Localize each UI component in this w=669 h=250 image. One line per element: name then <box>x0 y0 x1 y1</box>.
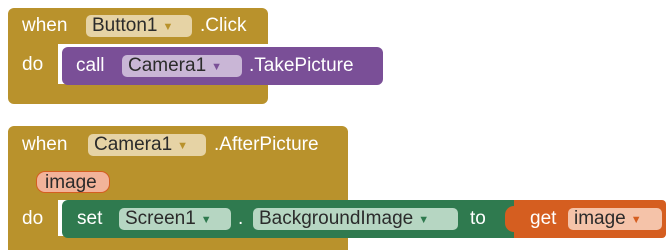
do-label: do <box>22 54 44 75</box>
variable-dropdown-image[interactable]: image ▼ <box>568 208 662 230</box>
when-label: when <box>22 134 68 155</box>
when-label: when <box>22 15 68 36</box>
component-dropdown-button1[interactable]: Button1 ▼ <box>86 15 192 37</box>
dot-separator: . <box>238 208 244 229</box>
event-block-footer <box>8 84 268 104</box>
component-name: Camera1 <box>94 134 173 155</box>
component-name: Camera1 <box>128 55 207 76</box>
chevron-down-icon: ▼ <box>177 140 189 152</box>
event-parameter-image[interactable]: image <box>36 171 110 193</box>
event-name-label: .AfterPicture <box>214 134 319 155</box>
chevron-down-icon: ▼ <box>418 214 430 226</box>
chevron-down-icon: ▼ <box>211 61 223 73</box>
component-dropdown-screen1[interactable]: Screen1 ▼ <box>119 208 231 230</box>
chevron-down-icon: ▼ <box>630 214 642 226</box>
set-keyword: set <box>77 208 103 229</box>
call-keyword: call <box>76 55 105 76</box>
component-dropdown-camera1[interactable]: Camera1 ▼ <box>122 55 242 77</box>
input-connector-tab <box>505 206 514 232</box>
component-name: Screen1 <box>125 208 196 229</box>
to-keyword: to <box>470 208 486 229</box>
component-dropdown-camera1[interactable]: Camera1 ▼ <box>88 134 206 156</box>
chevron-down-icon: ▼ <box>200 214 212 226</box>
event-block-footer <box>8 236 348 250</box>
get-keyword: get <box>530 208 557 229</box>
chevron-down-icon: ▼ <box>162 21 174 33</box>
variable-name: image <box>574 208 626 229</box>
parameter-name: image <box>45 172 97 193</box>
property-name: BackgroundImage <box>259 208 414 229</box>
event-name-label: .Click <box>200 15 247 36</box>
do-label: do <box>22 208 44 229</box>
component-name: Button1 <box>92 15 158 36</box>
property-dropdown-backgroundimage[interactable]: BackgroundImage ▼ <box>253 208 458 230</box>
method-name-label: .TakePicture <box>249 55 354 76</box>
